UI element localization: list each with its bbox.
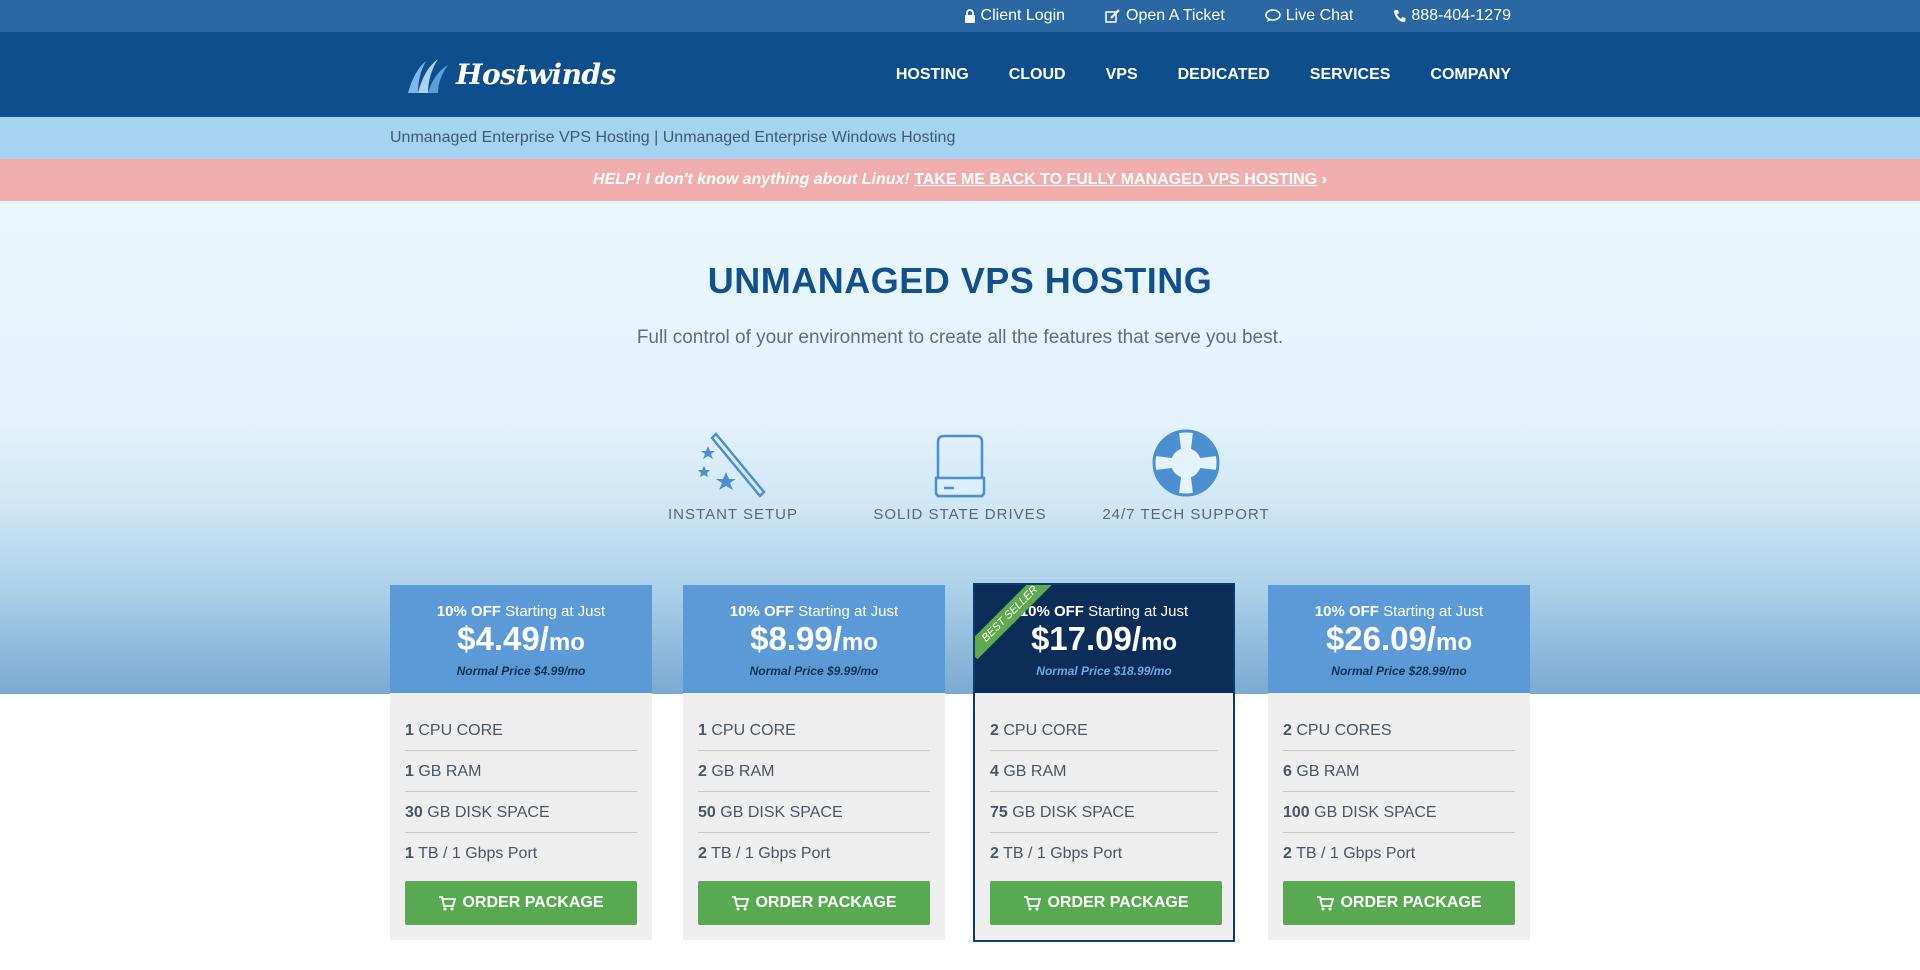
linux-help-banner: HELP! I don't know anything about Linux!… [0, 159, 1920, 201]
chevron-right-icon: › [1321, 171, 1327, 188]
plan-promo: 10% OFF Starting at Just [729, 603, 899, 620]
spec-ram: 6 GB RAM [1283, 751, 1515, 792]
phone-icon [1394, 10, 1406, 22]
feature-label: SOLID STATE DRIVES [873, 506, 1047, 523]
nav-item-cloud[interactable]: CLOUD [1009, 66, 1066, 84]
plan-normal-price: Normal Price $9.99/mo [749, 664, 879, 678]
plan-promo: 10% OFF Starting at Just [1314, 603, 1484, 620]
nav-item-hosting[interactable]: HOSTING [896, 66, 969, 84]
spec-cpu: 1 CPU CORE [698, 710, 930, 751]
page-title: UNMANAGED VPS HOSTING [707, 260, 1213, 301]
plan-card-2: 10% OFF Starting at Just $8.99/mo Normal… [683, 585, 945, 940]
feature-solid-state-drives: SOLID STATE DRIVES [870, 426, 1050, 523]
feature-label: 24/7 TECH SUPPORT [1102, 506, 1270, 523]
nav-item-company[interactable]: COMPANY [1430, 66, 1511, 84]
edit-icon [1105, 9, 1120, 23]
order-package-button[interactable]: ORDER PACKAGE [698, 881, 930, 925]
client-login-label: Client Login [980, 7, 1066, 24]
spec-bandwidth: 2 TB / 1 Gbps Port [698, 845, 831, 862]
plan-header: 10% OFF Starting at Just $8.99/mo Normal… [683, 585, 945, 693]
plan-specs: 1 CPU CORE 2 GB RAM 50 GB DISK SPACE 2 T… [683, 710, 945, 874]
plan-promo: 10% OFF Starting at Just [436, 603, 606, 620]
plan-card-1: 10% OFF Starting at Just $4.49/mo Normal… [390, 585, 652, 940]
plan-normal-price: Normal Price $18.99/mo [1036, 664, 1172, 678]
spec-disk: 30 GB DISK SPACE [405, 792, 637, 833]
subnav-link-enterprise-vps[interactable]: Unmanaged Enterprise VPS Hosting [390, 129, 650, 146]
life-ring-icon [1152, 429, 1220, 497]
spec-ram: 1 GB RAM [405, 751, 637, 792]
chat-bubble-icon [1265, 9, 1281, 22]
plan-normal-price: Normal Price $28.99/mo [1331, 664, 1467, 678]
feature-tech-support: 24/7 TECH SUPPORT [1096, 426, 1276, 523]
magic-wand-icon [698, 432, 766, 498]
spec-disk: 75 GB DISK SPACE [990, 792, 1218, 833]
spec-bandwidth: 1 TB / 1 Gbps Port [405, 845, 538, 862]
subnav-links: Unmanaged Enterprise VPS Hosting | Unman… [390, 129, 955, 147]
subnav-separator: | [649, 129, 663, 146]
client-login-link[interactable]: Client Login [964, 7, 1066, 25]
plan-header: 10% OFF Starting at Just $4.49/mo Normal… [390, 585, 652, 693]
plan-price: $17.09/mo [1030, 620, 1178, 657]
plan-card-4: 10% OFF Starting at Just $26.09/mo Norma… [1268, 585, 1530, 940]
plan-header: 10% OFF Starting at Just $26.09/mo Norma… [1268, 585, 1530, 693]
plan-price: $26.09/mo [1325, 620, 1473, 657]
live-chat-label: Live Chat [1285, 7, 1354, 24]
lock-icon [964, 9, 975, 23]
page-subtitle: Full control of your environment to crea… [636, 327, 1284, 348]
hard-drive-icon [934, 434, 986, 498]
plan-specs: 2 CPU CORE 4 GB RAM 75 GB DISK SPACE 2 T… [975, 710, 1233, 874]
shopping-cart-icon [1317, 896, 1335, 911]
hero-section: UNMANAGED VPS HOSTING Full control of yo… [0, 201, 1920, 694]
shopping-cart-icon [732, 896, 750, 911]
subnav-link-enterprise-windows[interactable]: Unmanaged Enterprise Windows Hosting [663, 129, 956, 146]
order-package-button[interactable]: ORDER PACKAGE [405, 881, 637, 925]
top-utility-bar: Client Login Open A Ticket Live Chat 888… [0, 0, 1920, 32]
spec-ram: 4 GB RAM [990, 751, 1218, 792]
logo-text: Hostwinds [456, 57, 616, 91]
shopping-cart-icon [1024, 896, 1042, 911]
nav-item-vps[interactable]: VPS [1106, 66, 1138, 84]
shopping-cart-icon [439, 896, 457, 911]
open-ticket-link[interactable]: Open A Ticket [1105, 7, 1225, 25]
alert-question: HELP! I don't know anything about Linux! [593, 171, 910, 188]
plan-price: $4.49/mo [457, 620, 585, 657]
utility-links: Client Login Open A Ticket Live Chat 888… [924, 0, 1511, 32]
open-ticket-label: Open A Ticket [1126, 7, 1225, 24]
sub-navigation: Unmanaged Enterprise VPS Hosting | Unman… [0, 117, 1920, 159]
plan-specs: 1 CPU CORE 1 GB RAM 30 GB DISK SPACE 1 T… [390, 710, 652, 874]
main-navbar: Hostwinds HOSTING CLOUD VPS DEDICATED SE… [0, 32, 1920, 117]
spec-cpu: 2 CPU CORE [990, 710, 1218, 751]
plan-normal-price: Normal Price $4.99/mo [456, 664, 586, 678]
plan-specs: 2 CPU CORES 6 GB RAM 100 GB DISK SPACE 2… [1268, 710, 1530, 874]
spec-bandwidth: 2 TB / 1 Gbps Port [1283, 845, 1416, 862]
primary-menu: HOSTING CLOUD VPS DEDICATED SERVICES COM… [856, 32, 1511, 117]
managed-vps-link[interactable]: TAKE ME BACK TO FULLY MANAGED VPS HOSTIN… [914, 171, 1317, 188]
wave-logo-icon [408, 59, 448, 93]
spec-ram: 2 GB RAM [698, 751, 930, 792]
plan-card-3-best-seller: BEST SELLER 10% OFF Starting at Just $17… [973, 583, 1235, 942]
plan-header: BEST SELLER 10% OFF Starting at Just $17… [975, 585, 1233, 693]
live-chat-link[interactable]: Live Chat [1265, 7, 1354, 25]
phone-link[interactable]: 888-404-1279 [1393, 7, 1511, 25]
nav-item-services[interactable]: SERVICES [1310, 66, 1391, 84]
spec-disk: 50 GB DISK SPACE [698, 792, 930, 833]
spec-bandwidth: 2 TB / 1 Gbps Port [990, 845, 1123, 862]
spec-cpu: 2 CPU CORES [1283, 710, 1515, 751]
hostwinds-logo[interactable]: Hostwinds [404, 52, 616, 96]
spec-disk: 100 GB DISK SPACE [1283, 792, 1515, 833]
nav-item-dedicated[interactable]: DEDICATED [1178, 66, 1270, 84]
phone-number: 888-404-1279 [1411, 7, 1511, 24]
spec-cpu: 1 CPU CORE [405, 710, 637, 751]
feature-instant-setup: INSTANT SETUP [643, 426, 823, 523]
plan-price: $8.99/mo [750, 620, 878, 657]
feature-label: INSTANT SETUP [668, 506, 798, 523]
order-package-button[interactable]: ORDER PACKAGE [1283, 881, 1515, 925]
order-package-button[interactable]: ORDER PACKAGE [990, 881, 1222, 925]
